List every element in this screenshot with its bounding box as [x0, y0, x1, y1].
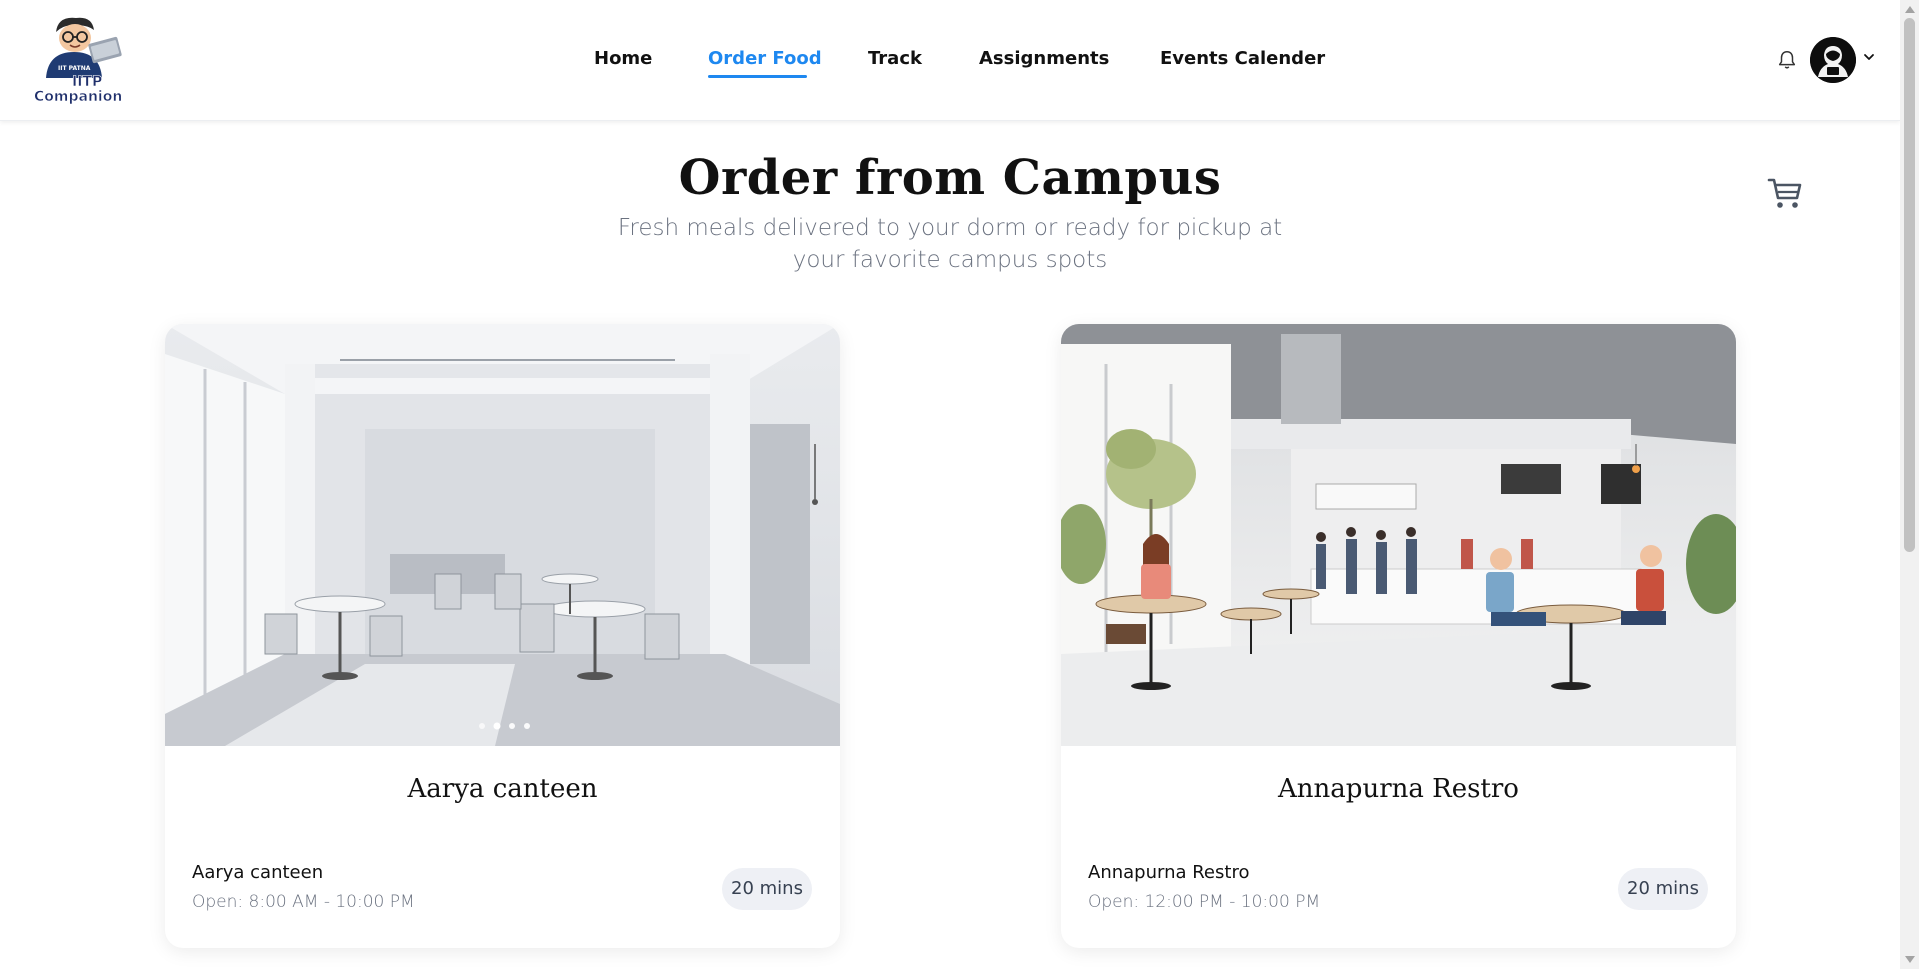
active-nav-indicator: [708, 75, 807, 78]
delivery-time-badge: 20 mins: [1618, 868, 1708, 910]
svg-text:Companion: Companion: [34, 89, 122, 105]
restaurant-card-aarya[interactable]: Aarya canteen Aarya canteen Open: 8:00 A…: [165, 324, 840, 948]
restaurant-image-annapurna: [1061, 324, 1736, 746]
carousel-dots[interactable]: [472, 721, 542, 731]
svg-text:IITP: IITP: [72, 74, 102, 90]
nav-track[interactable]: Track: [868, 48, 922, 69]
nav-events-calender[interactable]: Events Calender: [1160, 48, 1325, 69]
avatar[interactable]: [1810, 37, 1856, 83]
nav-home[interactable]: Home: [594, 48, 652, 69]
top-navbar: IIT PATNA IITP Companion Home Order Food…: [0, 0, 1900, 121]
restaurant-hours: Open: 8:00 AM - 10:00 PM: [192, 892, 415, 912]
page-subtitle: Fresh meals delivered to your dorm or re…: [617, 215, 1283, 273]
scroll-thumb[interactable]: [1904, 18, 1915, 552]
restaurant-image-aarya: [165, 324, 840, 746]
page-title: Order from Campus: [678, 150, 1222, 206]
chevron-down-icon[interactable]: [1862, 50, 1876, 64]
restaurant-card-annapurna[interactable]: Annapurna Restro Annapurna Restro Open: …: [1061, 324, 1736, 948]
nav-assignments[interactable]: Assignments: [979, 48, 1109, 69]
restaurant-hours: Open: 12:00 PM - 10:00 PM: [1088, 892, 1321, 912]
scroll-up-arrow-icon[interactable]: [1905, 6, 1915, 13]
user-silhouette-icon: [1810, 37, 1856, 83]
nav-order-food[interactable]: Order Food: [708, 48, 822, 69]
scroll-down-arrow-icon[interactable]: [1905, 956, 1915, 963]
restaurant-name: Aarya canteen: [192, 862, 324, 883]
vertical-scrollbar[interactable]: [1900, 0, 1919, 969]
main-nav: Home Order Food Track Assignments Events…: [0, 48, 1900, 74]
restaurant-title: Annapurna Restro: [1278, 774, 1519, 804]
cart-icon[interactable]: [1765, 172, 1805, 212]
restaurant-title: Aarya canteen: [407, 774, 598, 804]
delivery-time-badge: 20 mins: [722, 868, 812, 910]
restaurant-name: Annapurna Restro: [1088, 862, 1250, 883]
bell-icon[interactable]: [1776, 49, 1798, 71]
